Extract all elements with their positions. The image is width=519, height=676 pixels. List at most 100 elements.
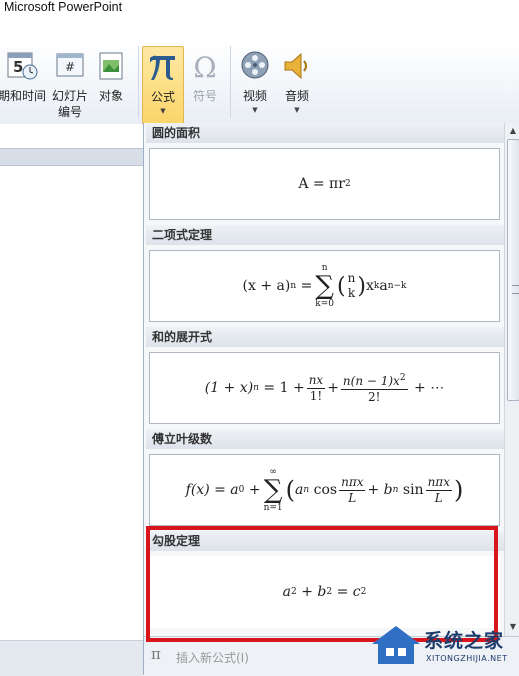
slide-number-label: 幻灯片 编号 <box>52 88 88 120</box>
title-bar: Microsoft PowerPoint <box>0 0 519 28</box>
eq-fourier-plus: + <box>248 482 261 498</box>
eq-circle-exp: 2 <box>344 179 351 189</box>
audio-button[interactable]: 音频 ▼ <box>278 40 316 122</box>
watermark: 系统之家 XITONGZHIJIA.NET <box>368 622 518 672</box>
f2-den: 2! <box>368 390 381 404</box>
window-title: Microsoft PowerPoint <box>4 0 123 14</box>
slide-number-icon: # <box>54 50 86 82</box>
binomial-coefficient: nk <box>348 271 356 301</box>
fourier-a: a <box>295 482 304 498</box>
eq-binomial-equals: = <box>300 278 313 294</box>
equation-button[interactable]: 公式 ▼ <box>142 46 184 126</box>
fourier-frac-sin: nπx L <box>425 474 452 506</box>
eq-exp-plus: + <box>327 380 339 396</box>
fourier-sum-symbol: ∑ <box>263 475 283 505</box>
scroll-grip <box>512 285 519 294</box>
film-reel-icon <box>239 50 271 82</box>
pi-small-icon: π <box>151 645 161 663</box>
slide-number-label-1: 幻灯片 <box>51 89 88 103</box>
symbol-button[interactable]: Ω 符号 <box>186 40 224 122</box>
section-header-fourier: 傅立叶级数 <box>146 429 504 449</box>
sum-operator: n ∑ k=0 <box>315 263 334 309</box>
eq-exp-one: = 1 + <box>263 380 305 396</box>
speaker-icon <box>281 50 313 82</box>
sum-symbol: ∑ <box>315 271 334 301</box>
slide-number-label-2: 编号 <box>57 105 82 119</box>
f2-num-exp: 2 <box>399 373 406 383</box>
slide-number-button[interactable]: # 幻灯片 编号 <box>50 40 90 122</box>
section-header-expansion: 和的展开式 <box>146 327 504 347</box>
fourier-b: + b <box>367 482 393 498</box>
exp-nk: n−k <box>387 281 407 291</box>
ribbon-separator <box>230 46 231 118</box>
video-label: 视频 <box>242 89 267 103</box>
eq-fourier-lhs: f(x) = a <box>185 482 239 498</box>
equation-fourier[interactable]: f(x) = a0 + ∞ ∑ n=1 ( an cos nπx L + bn s… <box>149 454 500 526</box>
scroll-thumb[interactable] <box>507 139 519 401</box>
fraction-1: nx 1! <box>306 372 326 404</box>
pane-band <box>0 148 143 166</box>
audio-label: 音频 <box>284 89 309 103</box>
watermark-brand: 系统之家 <box>424 630 505 652</box>
fourier-frac-cos: nπx L <box>339 474 366 506</box>
slide-pane <box>0 124 143 676</box>
fourier-sum-bottom: n=1 <box>263 503 283 513</box>
audio-dropdown-icon[interactable]: ▼ <box>294 106 299 114</box>
house-logo-icon <box>372 626 420 664</box>
object-icon <box>95 50 127 82</box>
datetime-button[interactable]: 5 期和时间 <box>0 40 50 122</box>
paren-open: ( <box>337 273 346 299</box>
pi-icon <box>147 51 179 83</box>
watermark-url: XITONGZHIJIA.NET <box>426 654 508 663</box>
omega-icon: Ω <box>189 50 221 84</box>
f1-num: nx <box>308 372 324 387</box>
eq-exp-lhs-exp: n <box>253 383 259 393</box>
fourier-sum-operator: ∞ ∑ n=1 <box>264 467 283 513</box>
fourier-sin: sin <box>402 482 424 498</box>
section-header-binomial: 二项式定理 <box>146 225 504 245</box>
fourier-cos: cos <box>313 482 338 498</box>
object-button[interactable]: 对象 <box>92 40 130 122</box>
calendar-icon: 5 <box>6 50 38 82</box>
pane-bottom <box>0 640 143 676</box>
binom-bottom: k <box>347 286 356 300</box>
svg-text:Ω: Ω <box>193 51 216 82</box>
equation-expansion[interactable]: (1 + x) n = 1 + nx 1! + n(n − 1)x2 2! + ⋯ <box>149 352 500 424</box>
calendar-day: 5 <box>13 58 24 76</box>
binom-top: n <box>347 271 356 285</box>
equation-circle-area[interactable]: A = πr 2 <box>149 148 500 220</box>
insert-new-equation[interactable]: 插入新公式(I) <box>176 649 249 666</box>
video-button[interactable]: 视频 ▼ <box>236 40 274 122</box>
equation-dropdown-icon[interactable]: ▼ <box>160 107 165 115</box>
sum-bottom: k=0 <box>315 299 335 309</box>
f2-num: n(n − 1)x <box>342 374 400 388</box>
ribbon: 5 期和时间 # 幻灯片 编号 对象 公式 ▼ Ω 符号 视频 ▼ 音频 ▼ <box>0 40 519 126</box>
equation-binomial[interactable]: (x + a) n = n ∑ k=0 (n k) x k a n−k <box>149 250 500 322</box>
fourier-paren-open: ( <box>285 476 296 504</box>
fourier-b-sub: n <box>392 485 399 495</box>
eq-exp-lhs: (1 + x) <box>204 380 254 396</box>
term-x: x <box>365 278 374 294</box>
f1-den: 1! <box>309 388 323 403</box>
symbol-label: 符号 <box>192 89 217 103</box>
term-a: a <box>379 278 388 294</box>
fourier-num-1: nπx <box>341 474 364 489</box>
fraction-2: n(n − 1)x2 2! <box>340 371 408 405</box>
fourier-num-2: nπx <box>427 474 450 489</box>
eq-binomial-lhs: (x + a) <box>242 278 291 294</box>
fourier-den-1: L <box>348 490 357 505</box>
scroll-up-icon[interactable]: ▲ <box>505 123 519 139</box>
equation-label: 公式 <box>150 90 175 104</box>
datetime-label: 期和时间 <box>0 89 46 103</box>
video-dropdown-icon[interactable]: ▼ <box>252 106 257 114</box>
fourier-a-sub: n <box>303 485 310 495</box>
gallery-scrollbar[interactable]: ▲ ▼ <box>504 123 519 636</box>
ribbon-separator <box>138 46 139 118</box>
eq-binomial-lhs-exp: n <box>290 281 297 291</box>
eq-circle-text: A = πr <box>298 176 345 192</box>
slide-number-glyph: # <box>65 60 76 74</box>
section-header-circle-area: 圆的面积 <box>146 123 504 143</box>
fourier-den-2: L <box>434 490 443 505</box>
fourier-paren-close: ) <box>453 476 464 504</box>
eq-exp-tail: + ⋯ <box>414 380 445 396</box>
